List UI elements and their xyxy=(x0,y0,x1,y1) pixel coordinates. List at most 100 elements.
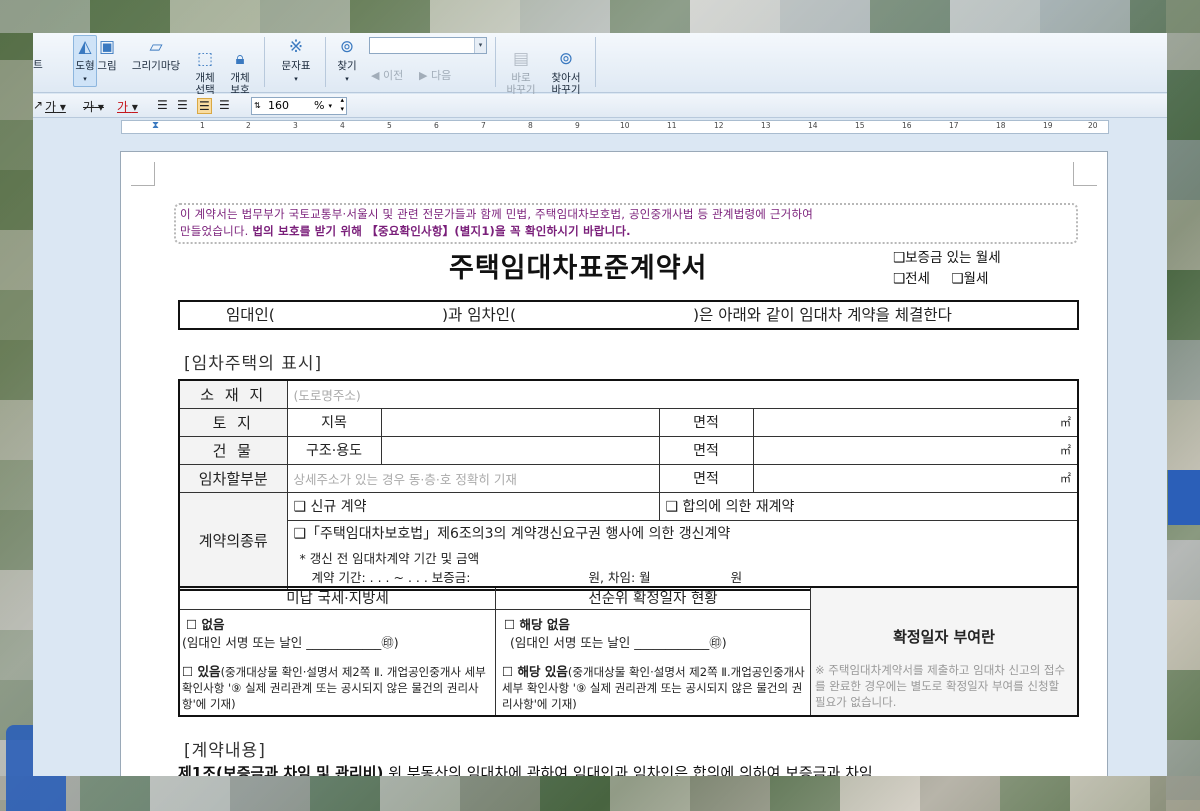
ruler-tick: 1 xyxy=(200,121,205,130)
ribbon-separator xyxy=(595,37,596,87)
rental-area-label: 면적 xyxy=(658,463,754,493)
object-protect-icon: 🔒︎ xyxy=(235,49,245,69)
ruler-tick: 13 xyxy=(761,121,771,130)
option-deposit-monthly[interactable]: ❑보증금 있는 월세 xyxy=(893,248,1001,269)
option-renewal-right[interactable]: ❑「주택임대차보호법」제6조의3의 계약갱신요구권 행사에 의한 갱신계약 xyxy=(286,519,1079,546)
fixed-date-note: ※ 주택임대차계약서를 제출하고 임대차 신고의 접수를 완료한 경우에는 별도… xyxy=(815,663,1066,709)
contract-type-options: ❑보증금 있는 월세 ❑전세 ❑월세 xyxy=(893,248,1001,290)
tax-exists-option[interactable]: ☐ 있음 xyxy=(182,664,221,679)
background-photo-top xyxy=(0,0,1200,33)
ribbon-separator xyxy=(264,37,265,87)
prior-date-heading: 선순위 확정일자 현황 xyxy=(496,588,810,610)
tax-signature[interactable]: (임대인 서명 또는 날인 ____________㊞) xyxy=(182,632,399,651)
rental-part-cell[interactable]: 상세주소가 있는 경우 동·층·호 정확히 기재 xyxy=(286,463,660,493)
line-spacing-unit: % xyxy=(314,99,325,112)
option-monthly[interactable]: ❑월세 xyxy=(951,271,988,287)
font-color-button[interactable]: 가 ▾ xyxy=(117,98,138,115)
drawing-gallery-icon: ▱ xyxy=(149,37,163,57)
clause-1-text: 위 부동산의 임대차에 관하여 임대인과 임차인은 합의에 의하여 보증금과 차… xyxy=(383,764,873,776)
option-renewal-by-agreement[interactable]: ❑ 합의에 의한 재계약 xyxy=(658,491,1079,521)
picture-tool-button[interactable]: ▣ 그림 xyxy=(93,33,121,72)
fixed-date-column: 확정일자 부여란 ※ 주택임대차계약서를 제출하고 임대차 신고의 접수를 완료… xyxy=(811,588,1077,715)
contract-kind-label: 계약의종류 xyxy=(178,491,288,591)
italic-partial-button[interactable]: ↗ xyxy=(33,98,43,112)
fixed-date-heading: 확정일자 부여란 xyxy=(893,628,995,646)
find-next-button[interactable]: ▶ 다음 xyxy=(419,67,451,83)
rental-part-label: 임차할부분 xyxy=(178,463,288,493)
find-dropdown-arrow[interactable]: ▾ xyxy=(474,38,486,53)
ruler-tick: 4 xyxy=(340,121,345,130)
picture-tool-label: 그림 xyxy=(97,60,117,72)
ruler-tick: 15 xyxy=(855,121,865,130)
building-use-cell[interactable] xyxy=(380,435,660,465)
unit-dropdown-icon[interactable]: ▾ xyxy=(328,98,332,114)
drawing-gallery-label: 그리기마당 xyxy=(131,60,181,72)
prior-signature[interactable]: (임대인 서명 또는 날인 ____________㊞) xyxy=(510,632,727,651)
line-spacing-input[interactable]: ⇅ 160 % ▾ ▴ ▾ xyxy=(251,96,347,115)
clause-1: 제1조(보증금과 차임 및 관리비) 위 부동산의 임대차에 관하여 임대인과 … xyxy=(178,762,873,776)
location-cell[interactable]: (도로명주소) xyxy=(286,379,1079,409)
align-left-button[interactable]: ☰ xyxy=(177,98,188,112)
prev-label: 이전 xyxy=(382,69,404,82)
binoculars-icon: ⊚ xyxy=(339,37,355,57)
object-select-label: 개체 선택 xyxy=(195,72,215,96)
section-property-heading: [임차주택의 표시] xyxy=(184,354,323,374)
object-protect-button[interactable]: 🔒︎ 개체 보호 xyxy=(223,33,257,96)
find-label: 찾기 xyxy=(337,60,357,72)
notice-line-2b: 법의 보호를 받기 위해 【중요확인사항】(별지1)을 꼭 확인하시기 바랍니다… xyxy=(252,224,631,238)
document-page[interactable]: 이 계약서는 법무부가 국토교통부·서울시 및 관련 전문가들과 함께 민법, … xyxy=(120,151,1108,776)
crop-mark xyxy=(131,162,155,186)
building-area-label: 면적 xyxy=(658,435,754,465)
background-photo-right xyxy=(1166,0,1200,811)
ruler-tick: 7 xyxy=(481,121,486,130)
previous-rent: 원, 차임: 월 xyxy=(588,569,651,585)
tax-none-option[interactable]: ☐ 없음 xyxy=(186,614,225,633)
drawing-gallery-button[interactable]: ▱ 그리기마당 xyxy=(124,33,188,72)
ruler-tick: 14 xyxy=(808,121,818,130)
object-select-button[interactable]: ⬚ 개체 선택 xyxy=(190,33,220,96)
location-label: 소 재 지 xyxy=(178,379,288,409)
rental-part-placeholder: 상세주소가 있는 경우 동·층·호 정확히 기재 xyxy=(293,471,517,487)
find-replace-button[interactable]: ⊚ 찾아서 바꾸기 xyxy=(545,33,587,96)
ribbon-partial-tool[interactable]: 트 xyxy=(33,59,43,71)
notice-line-1: 이 계약서는 법무부가 국토교통부·서울시 및 관련 전문가들과 함께 민법, … xyxy=(180,207,814,221)
area-unit: ㎡ xyxy=(1060,472,1071,485)
building-area-cell[interactable]: ㎡ xyxy=(752,435,1079,465)
ruler-tick: 11 xyxy=(667,121,677,130)
option-jeonse[interactable]: ❑전세 xyxy=(893,271,930,287)
strikethrough-button[interactable]: 가 ▾ xyxy=(83,98,104,115)
previous-contract-terms[interactable]: 계약 기간: . . . ~ . . . 보증금: 원, 차임: 월 원 xyxy=(300,568,1072,587)
previous-won: 원 xyxy=(730,569,743,585)
find-previous-button[interactable]: ◀ 이전 xyxy=(371,67,403,83)
ribbon-separator xyxy=(325,37,326,87)
prior-exists-option[interactable]: ☐ 해당 있음 xyxy=(502,664,568,679)
align-center-button[interactable]: ☰ xyxy=(197,98,212,114)
rental-area-cell[interactable]: ㎡ xyxy=(752,463,1079,493)
symbol-button[interactable]: ※ 문자표 ▾ xyxy=(273,33,319,85)
spinner-icon[interactable]: ▴ ▾ xyxy=(340,96,344,114)
horizontal-ruler[interactable]: ⧗ 1 2 3 4 5 6 7 8 9 10 11 12 13 14 15 16… xyxy=(121,120,1109,134)
background-photo-bottom xyxy=(0,776,1200,811)
align-right-button[interactable]: ☰ xyxy=(219,98,230,112)
find-button[interactable]: ⊚ 찾기 ▾ xyxy=(331,33,363,85)
align-justify-button[interactable]: ☰ xyxy=(157,98,168,112)
ruler-tick: 20 xyxy=(1088,121,1098,130)
symbol-label: 문자표 xyxy=(281,60,311,72)
property-table: 소 재 지 (도로명주소) 토 지 지목 면적 ㎡ 건 물 구조·용도 면적 ㎡… xyxy=(178,379,1079,591)
ribbon-toolbar: 트 ◭ 도형 ▾ ▣ 그림 ▱ 그리기마당 ⬚ 개체 선택 🔒︎ 개체 보호 ※ 문자… xyxy=(33,33,1167,96)
option-new-contract[interactable]: ❑ 신규 계약 xyxy=(286,491,660,521)
ruler-tick: 2 xyxy=(246,121,251,130)
parties-statement: )은 아래와 같이 임대차 계약을 체결한다 xyxy=(693,306,952,324)
replace-button[interactable]: ▤ 바로 바꾸기 xyxy=(503,33,539,96)
area-unit: ㎡ xyxy=(1060,416,1071,429)
background-roof xyxy=(1168,470,1200,525)
land-category-cell[interactable] xyxy=(380,407,660,437)
indent-marker-icon[interactable]: ⧗ xyxy=(152,120,159,131)
land-area-cell[interactable]: ㎡ xyxy=(752,407,1079,437)
ruler-tick: 18 xyxy=(996,121,1006,130)
ruler-tick: 3 xyxy=(293,121,298,130)
underline-button[interactable]: 가 ▾ xyxy=(45,98,66,115)
find-input[interactable]: ▾ xyxy=(369,37,487,54)
prior-none-option[interactable]: ☐ 해당 없음 xyxy=(504,614,570,633)
land-area-label: 면적 xyxy=(658,407,754,437)
